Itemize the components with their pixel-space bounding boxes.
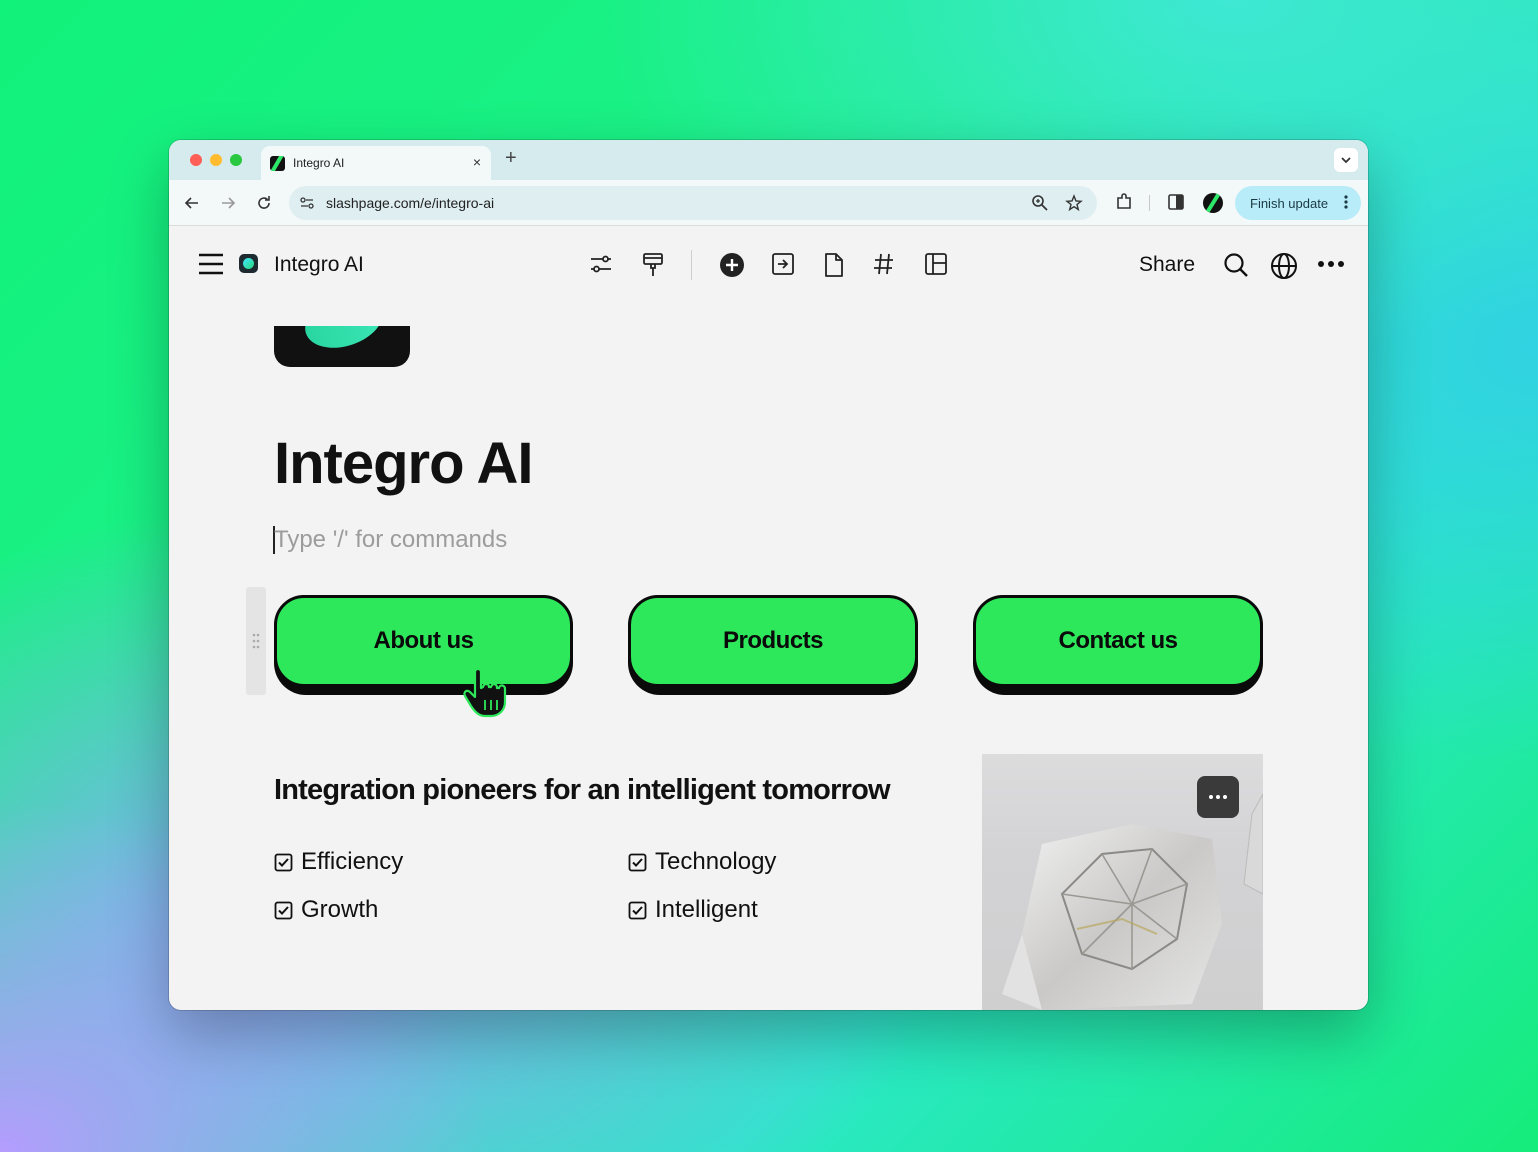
image-more-options-button[interactable]: [1197, 776, 1239, 818]
feature-label: Intelligent: [655, 896, 758, 923]
header-divider: [691, 250, 692, 280]
share-button[interactable]: Share: [1139, 253, 1195, 277]
drag-dots-icon: [252, 633, 260, 649]
zoom-icon[interactable]: [1031, 194, 1049, 212]
toolbar-divider: [1149, 195, 1150, 211]
command-input-placeholder[interactable]: Type '/' for commands: [274, 526, 507, 554]
hashtag-icon[interactable]: [873, 252, 895, 276]
cover-image[interactable]: [274, 326, 410, 367]
close-window-button[interactable]: [190, 154, 202, 166]
browser-window: Integro AI × + slashpage.com/e/integro-a…: [169, 140, 1368, 1010]
url-text[interactable]: slashpage.com/e/integro-ai: [326, 195, 494, 211]
checkbox-checked-icon[interactable]: [628, 853, 647, 872]
more-icon[interactable]: [1317, 260, 1345, 268]
browser-tab[interactable]: Integro AI ×: [261, 146, 491, 180]
checkbox-checked-icon[interactable]: [274, 853, 293, 872]
extensions-icon[interactable]: [1114, 192, 1134, 212]
side-panel-icon[interactable]: [1167, 192, 1185, 212]
tab-title: Integro AI: [293, 156, 345, 170]
products-button[interactable]: Products: [628, 595, 918, 687]
contact-us-button[interactable]: Contact us: [973, 595, 1263, 687]
app-logo: [239, 254, 258, 273]
import-icon[interactable]: [771, 252, 795, 276]
tab-close-icon[interactable]: ×: [473, 154, 481, 170]
finish-update-button[interactable]: Finish update: [1235, 186, 1361, 220]
tab-favicon-icon: [270, 156, 285, 171]
bookmark-star-icon[interactable]: [1065, 194, 1083, 212]
finish-update-label: Finish update: [1250, 196, 1329, 211]
add-icon[interactable]: [719, 252, 745, 278]
section-heading[interactable]: Integration pioneers for an intelligent …: [274, 774, 891, 807]
maximize-window-button[interactable]: [230, 154, 242, 166]
checkbox-checked-icon[interactable]: [628, 901, 647, 920]
tab-search-chevron-icon[interactable]: [1334, 148, 1358, 172]
back-icon[interactable]: [182, 193, 202, 213]
app-header: Integro AI Share: [169, 226, 1368, 304]
block-drag-handle[interactable]: [246, 587, 266, 695]
globe-icon[interactable]: [1270, 252, 1298, 280]
checkbox-checked-icon[interactable]: [274, 901, 293, 920]
tab-strip: Integro AI × +: [169, 140, 1368, 180]
page-icon[interactable]: [822, 252, 846, 278]
feature-label: Growth: [301, 896, 379, 923]
menu-icon[interactable]: [198, 253, 224, 275]
new-tab-button[interactable]: +: [505, 148, 517, 168]
settings-sliders-icon[interactable]: [589, 252, 613, 276]
reload-icon[interactable]: [254, 193, 274, 213]
layout-icon[interactable]: [924, 252, 948, 276]
forward-icon[interactable]: [218, 193, 238, 213]
search-icon[interactable]: [1223, 252, 1249, 278]
feature-label: Efficiency: [301, 848, 404, 875]
feature-label: Technology: [655, 848, 777, 875]
kebab-menu-icon[interactable]: [1344, 194, 1348, 210]
about-us-button[interactable]: About us: [274, 595, 573, 687]
profile-avatar[interactable]: [1203, 193, 1223, 213]
address-bar[interactable]: slashpage.com/e/integro-ai: [289, 186, 1097, 220]
app-name[interactable]: Integro AI: [274, 253, 364, 277]
more-dots-icon: [1209, 795, 1227, 799]
page-title[interactable]: Integro AI: [274, 430, 534, 497]
site-settings-icon[interactable]: [299, 195, 315, 211]
browser-toolbar: slashpage.com/e/integro-ai Finish update: [169, 180, 1368, 226]
minimize-window-button[interactable]: [210, 154, 222, 166]
paint-roller-icon[interactable]: [641, 252, 665, 278]
hand-pointer-cursor-icon: [463, 667, 507, 718]
